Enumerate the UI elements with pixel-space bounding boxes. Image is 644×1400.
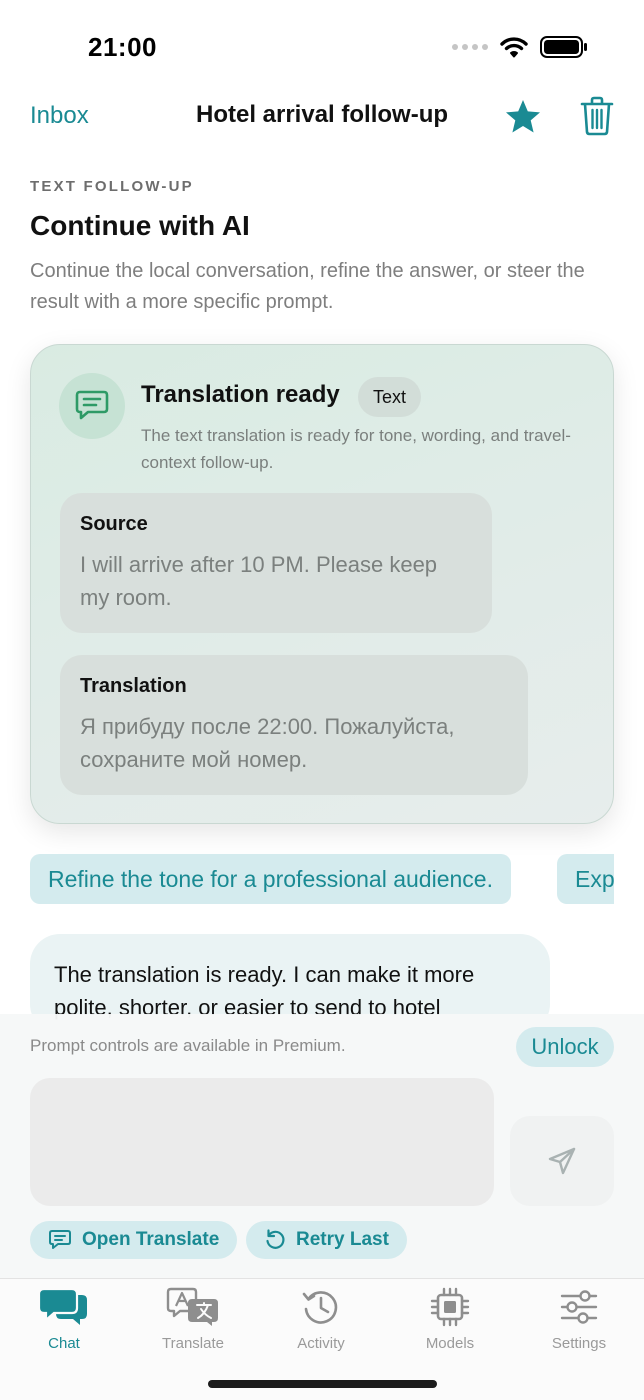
retry-last-button[interactable]: Retry Last bbox=[246, 1221, 407, 1259]
send-icon bbox=[548, 1147, 576, 1175]
status-time: 21:00 bbox=[88, 32, 157, 62]
battery-icon bbox=[540, 36, 587, 58]
unlock-button[interactable]: Unlock bbox=[516, 1027, 614, 1067]
retry-last-label: Retry Last bbox=[296, 1229, 389, 1250]
tab-chat[interactable]: Chat bbox=[4, 1285, 124, 1355]
source-box: Source I will arrive after 10 PM. Please… bbox=[60, 493, 492, 633]
tab-label: Settings bbox=[551, 1335, 607, 1352]
sliders-icon bbox=[551, 1285, 607, 1329]
card-title: Translation ready bbox=[141, 381, 340, 408]
type-badge: Text bbox=[358, 377, 422, 417]
section-eyebrow: TEXT FOLLOW-UP bbox=[30, 178, 194, 195]
translation-label: Translation bbox=[80, 675, 187, 697]
source-label: Source bbox=[80, 513, 148, 535]
history-icon bbox=[293, 1285, 349, 1329]
translate-icon bbox=[165, 1285, 221, 1329]
tab-label: Models bbox=[425, 1335, 475, 1352]
tab-activity[interactable]: Activity bbox=[261, 1285, 381, 1355]
suggestion-chip[interactable]: Exp bbox=[557, 854, 614, 904]
trash-icon[interactable] bbox=[580, 96, 614, 136]
status-bar: 21:00 bbox=[0, 0, 644, 90]
premium-note: Prompt controls are available in Premium… bbox=[30, 1036, 346, 1055]
source-text: I will arrive after 10 PM. Please keep m… bbox=[80, 552, 438, 610]
wifi-icon bbox=[500, 37, 528, 58]
send-button[interactable] bbox=[510, 1116, 614, 1206]
composer-panel: Prompt controls are available in Premium… bbox=[0, 1014, 644, 1278]
message-icon bbox=[49, 1230, 71, 1249]
tab-models[interactable]: Models bbox=[390, 1285, 510, 1355]
tab-label: Translate bbox=[162, 1335, 224, 1352]
open-translate-label: Open Translate bbox=[82, 1229, 220, 1250]
star-icon[interactable] bbox=[504, 98, 542, 136]
tab-label: Activity bbox=[297, 1335, 345, 1352]
suggestion-chip[interactable]: Refine the tone for a professional audie… bbox=[30, 854, 511, 904]
chat-icon bbox=[36, 1285, 92, 1329]
tab-settings[interactable]: Settings bbox=[519, 1285, 639, 1355]
chip-icon bbox=[422, 1285, 478, 1329]
message-icon bbox=[59, 373, 125, 439]
section-title: Continue with AI bbox=[30, 210, 250, 241]
cellular-signal-icon bbox=[452, 44, 488, 50]
prompt-input[interactable] bbox=[30, 1078, 494, 1206]
tab-translate[interactable]: Translate bbox=[133, 1285, 253, 1355]
translation-text: Я прибуду после 22:00. Пожалуйста, сохра… bbox=[80, 714, 455, 772]
translation-card: Translation ready Text The text translat… bbox=[30, 344, 614, 824]
navigation-bar: Inbox Hotel arrival follow-up bbox=[0, 88, 644, 144]
page-title: Hotel arrival follow-up bbox=[195, 101, 449, 128]
suggestion-chips: Refine the tone for a professional audie… bbox=[30, 854, 614, 904]
status-icons bbox=[452, 36, 588, 58]
tab-label: Chat bbox=[48, 1335, 80, 1352]
open-translate-button[interactable]: Open Translate bbox=[30, 1221, 238, 1259]
card-description: The text translation is ready for tone, … bbox=[141, 426, 571, 472]
section-subtitle: Continue the local conversation, refine … bbox=[30, 260, 585, 313]
translation-box: Translation Я прибуду после 22:00. Пожал… bbox=[60, 655, 528, 795]
retry-icon bbox=[266, 1229, 285, 1249]
home-indicator bbox=[208, 1380, 437, 1388]
